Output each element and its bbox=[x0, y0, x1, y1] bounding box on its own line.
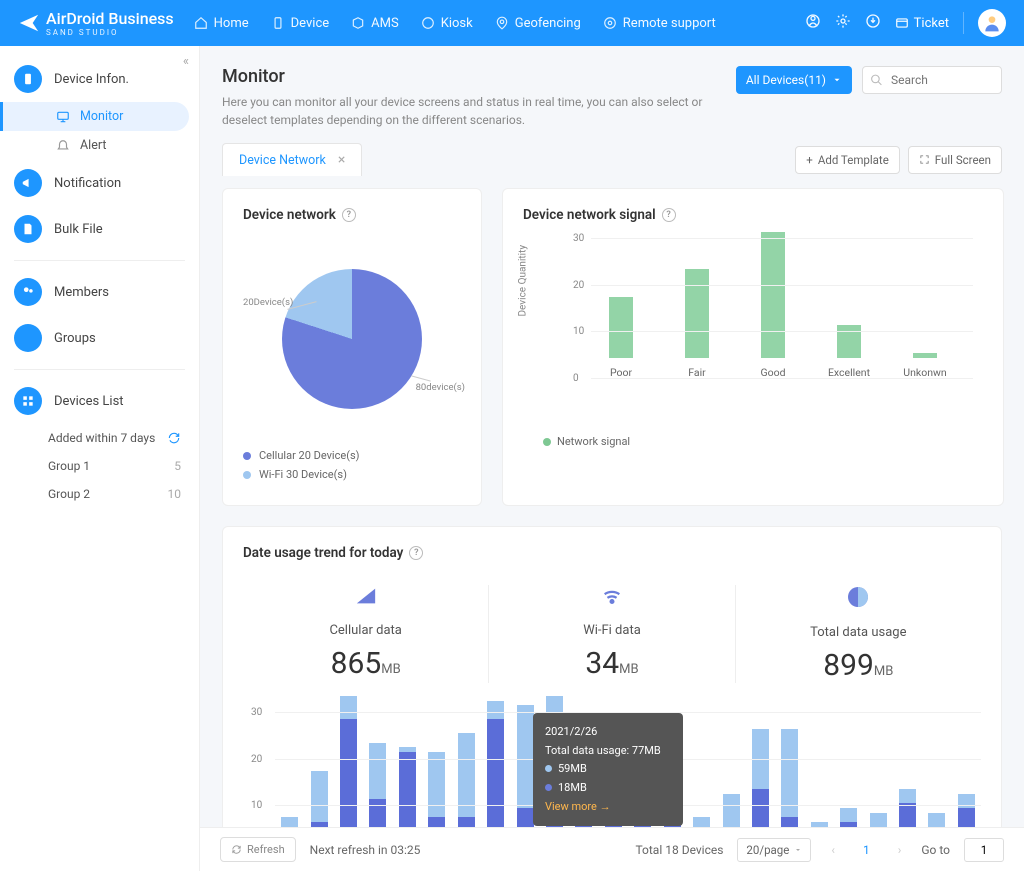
full-screen-button[interactable]: Full Screen bbox=[908, 146, 1002, 174]
grid-icon bbox=[21, 394, 35, 408]
legend-wifi: Wi-Fi 30 Device(s) bbox=[243, 468, 461, 481]
next-refresh-text: Next refresh in 03:25 bbox=[310, 843, 421, 857]
help-icon[interactable]: ? bbox=[409, 546, 423, 560]
collapse-icon[interactable]: « bbox=[183, 54, 189, 69]
top-bar: AirDroid Business SAND STUDIO Home Devic… bbox=[0, 0, 1024, 46]
side-bulk-file[interactable]: Bulk File bbox=[0, 206, 199, 252]
members-icon bbox=[21, 285, 35, 299]
goto-page-input[interactable] bbox=[964, 838, 1004, 862]
main-content: Monitor Here you can monitor all your de… bbox=[200, 46, 1024, 871]
side-alert[interactable]: Alert bbox=[0, 131, 199, 160]
help-icon[interactable]: ? bbox=[342, 208, 356, 222]
chart-tooltip: 2021/2/26 Total data usage: 77MB 59MB 18… bbox=[533, 713, 683, 826]
nav-device[interactable]: Device bbox=[271, 16, 330, 31]
groups-icon bbox=[21, 331, 35, 345]
kpi-wifi: Wi-Fi data 34MB bbox=[489, 585, 735, 683]
page-size-select[interactable]: 20/page bbox=[737, 838, 811, 862]
y-axis-label: Device Quanitity bbox=[518, 245, 529, 317]
panel-title-text: Device network bbox=[243, 207, 336, 223]
cellular-icon bbox=[353, 585, 379, 607]
side-group-2[interactable]: Group 210 bbox=[0, 480, 199, 508]
device-network-panel: Device network? 20Device(s) 80device(s) … bbox=[222, 188, 482, 506]
ticket-link[interactable]: Ticket bbox=[895, 16, 949, 31]
panel-title-text: Device network signal bbox=[523, 207, 656, 223]
nav-ams[interactable]: AMS bbox=[351, 16, 399, 31]
page-title: Monitor bbox=[222, 66, 722, 87]
legend-cellular: Cellular 20 Device(s) bbox=[243, 449, 461, 462]
refresh-button[interactable]: Refresh bbox=[220, 837, 296, 862]
nav-remote-support[interactable]: Remote support bbox=[603, 16, 716, 31]
page-subtitle: Here you can monitor all your device scr… bbox=[222, 93, 722, 129]
geofence-icon bbox=[495, 16, 509, 30]
total-devices-text: Total 18 Devices bbox=[635, 843, 723, 857]
goto-label: Go to bbox=[921, 843, 950, 857]
sidebar: « Device Infon. Monitor Alert Notificati… bbox=[0, 46, 200, 871]
kiosk-icon bbox=[421, 16, 435, 30]
chevron-down-icon bbox=[794, 846, 802, 854]
pie-slice-label: 20Device(s) bbox=[243, 297, 293, 308]
gear-icon[interactable] bbox=[835, 13, 851, 33]
side-group-1[interactable]: Group 15 bbox=[0, 452, 199, 480]
side-devices-list[interactable]: Devices List bbox=[0, 378, 199, 424]
nav-geofencing[interactable]: Geofencing bbox=[495, 16, 581, 31]
side-device-info[interactable]: Device Infon. bbox=[0, 56, 199, 102]
all-devices-button[interactable]: All Devices(11) bbox=[736, 66, 852, 94]
side-monitor[interactable]: Monitor bbox=[0, 102, 189, 131]
signal-bar-chart: 0102030PoorFairGoodExcellentUnkonwn bbox=[563, 239, 983, 379]
add-template-button[interactable]: +Add Template bbox=[795, 146, 900, 174]
download-icon[interactable] bbox=[865, 13, 881, 33]
close-icon[interactable]: × bbox=[338, 152, 345, 168]
side-groups[interactable]: Groups bbox=[0, 315, 199, 361]
pie-slice-label: 80device(s) bbox=[416, 382, 465, 393]
refresh-icon bbox=[231, 844, 242, 855]
device-icon bbox=[271, 16, 285, 30]
side-members[interactable]: Members bbox=[0, 269, 199, 315]
nav-home[interactable]: Home bbox=[194, 16, 249, 31]
alert-icon bbox=[56, 139, 70, 153]
monitor-icon bbox=[56, 110, 70, 124]
file-icon bbox=[21, 222, 35, 236]
refresh-icon bbox=[167, 431, 181, 445]
side-added-within[interactable]: Added within 7 days bbox=[0, 424, 199, 452]
tab-device-network[interactable]: Device Network× bbox=[222, 143, 362, 176]
kpi-cellular: Cellular data 865MB bbox=[243, 585, 489, 683]
footer-bar: Refresh Next refresh in 03:25 Total 18 D… bbox=[200, 827, 1024, 871]
fullscreen-icon bbox=[919, 154, 930, 165]
search-input[interactable] bbox=[862, 66, 1002, 94]
next-page-button[interactable]: › bbox=[892, 843, 908, 857]
brand-logo[interactable]: AirDroid Business SAND STUDIO bbox=[18, 9, 174, 37]
network-signal-panel: Device network signal? Device Quanitity … bbox=[502, 188, 1004, 506]
wifi-icon bbox=[599, 585, 625, 607]
user-avatar[interactable] bbox=[978, 9, 1006, 37]
pie-chart bbox=[282, 269, 422, 409]
help-icon[interactable]: ? bbox=[662, 208, 676, 222]
megaphone-icon bbox=[21, 176, 35, 190]
package-icon bbox=[351, 16, 365, 30]
chevron-down-icon bbox=[832, 75, 842, 85]
plus-icon: + bbox=[806, 153, 813, 167]
support-icon bbox=[603, 16, 617, 30]
paper-plane-icon bbox=[18, 12, 40, 34]
legend-network-signal: Network signal bbox=[523, 435, 983, 448]
side-device-info-label: Device Infon. bbox=[54, 72, 129, 87]
data-usage-trend-panel: Date usage trend for today? Cellular dat… bbox=[222, 526, 1002, 871]
prev-page-button[interactable]: ‹ bbox=[825, 843, 841, 857]
kpi-total: Total data usage 899MB bbox=[736, 585, 981, 683]
current-page[interactable]: 1 bbox=[855, 843, 878, 857]
panel-title-text: Date usage trend for today bbox=[243, 545, 403, 561]
home-icon bbox=[194, 16, 208, 30]
avatar-icon bbox=[982, 13, 1002, 33]
search-icon bbox=[870, 74, 883, 87]
nav-kiosk[interactable]: Kiosk bbox=[421, 16, 473, 31]
total-icon bbox=[846, 585, 870, 609]
help-icon[interactable] bbox=[805, 13, 821, 33]
device-icon bbox=[21, 72, 35, 86]
side-notification[interactable]: Notification bbox=[0, 160, 199, 206]
ticket-icon bbox=[895, 16, 909, 30]
